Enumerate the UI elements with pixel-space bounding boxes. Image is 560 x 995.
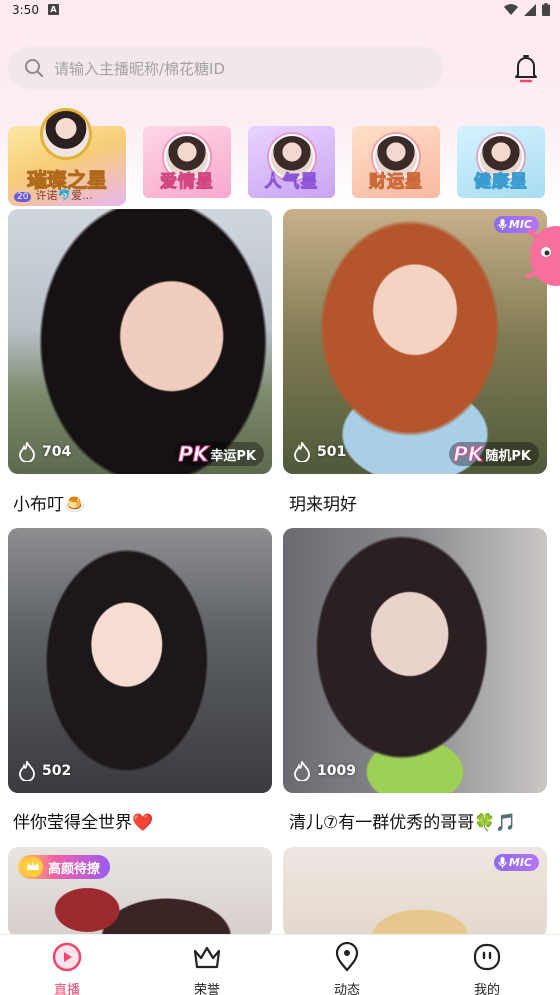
tab-label: 直播 xyxy=(53,983,80,995)
streamer-name[interactable]: 小布叮🍮 xyxy=(13,490,85,515)
microphone-icon xyxy=(498,219,507,230)
flame-icon xyxy=(19,761,35,781)
tab-label: 我的 xyxy=(473,983,500,995)
pk-badge: PK 随机PK xyxy=(449,442,539,467)
popularity-value: 501 xyxy=(317,444,347,460)
popularity-value: 502 xyxy=(42,763,72,779)
search-bar[interactable]: 请输入主播昵称/棉花糖ID xyxy=(8,47,443,89)
crown-badge-icon xyxy=(23,857,43,877)
featured-tag-badge: 高颜待撩 xyxy=(18,855,111,879)
popularity-value: 1009 xyxy=(317,763,356,779)
star-card-label: 人气星 xyxy=(264,172,319,193)
streamer-name[interactable]: 清儿⑦有一群优秀的哥哥🍀🎵 xyxy=(289,808,517,833)
status-time: 3:50 xyxy=(12,3,39,17)
tab-moments[interactable]: 动态 xyxy=(312,941,382,995)
flame-icon xyxy=(294,761,310,781)
star-card-love[interactable]: 爱情星 xyxy=(143,126,231,198)
pk-label: 幸运PK xyxy=(210,448,256,464)
featured-star-user: 许诺🐬爱... xyxy=(35,189,93,202)
popularity-count: 502 xyxy=(18,761,71,781)
stream-thumbnail xyxy=(8,528,272,793)
stream-card[interactable]: MIC xyxy=(283,847,547,937)
stream-card[interactable]: 502 xyxy=(8,528,272,793)
popularity-count: 1009 xyxy=(293,761,356,781)
bell-icon[interactable] xyxy=(512,53,540,83)
flame-icon xyxy=(19,442,35,462)
streamer-name[interactable]: 玥来玥好 xyxy=(289,490,357,515)
signal-icon xyxy=(524,3,536,16)
tab-honor[interactable]: 荣誉 xyxy=(172,941,242,995)
stream-card[interactable]: 1009 xyxy=(283,528,547,793)
pk-label: 随机PK xyxy=(485,448,531,464)
tab-live[interactable]: 直播 xyxy=(32,941,102,995)
stream-thumbnail xyxy=(283,209,547,474)
status-bar: 3:50 A xyxy=(0,0,560,22)
tab-label: 动态 xyxy=(333,983,360,995)
microphone-icon xyxy=(498,857,507,868)
popularity-count: 704 xyxy=(18,442,71,462)
star-card-health[interactable]: 健康星 xyxy=(457,126,545,198)
featured-star-card[interactable]: 璀璨之星 20 许诺🐬爱... xyxy=(8,108,126,206)
mic-label: MIC xyxy=(508,856,532,869)
notification-a-icon: A xyxy=(48,4,59,15)
stream-thumbnail xyxy=(283,528,547,793)
popularity-count: 501 xyxy=(293,442,346,462)
streamer-name[interactable]: 伴你莹得全世界❤️ xyxy=(13,808,153,833)
star-card-fortune[interactable]: 财运星 xyxy=(352,126,440,198)
profile-face-icon xyxy=(473,943,501,971)
pk-badge: PK 幸运PK xyxy=(174,442,264,467)
avatar xyxy=(40,108,92,160)
search-icon xyxy=(25,59,43,77)
star-card-label: 健康星 xyxy=(474,172,528,193)
stream-thumbnail xyxy=(8,209,272,474)
pk-mark: PK xyxy=(178,442,209,467)
mic-badge: MIC xyxy=(493,854,539,871)
star-card-label: 财运星 xyxy=(369,172,423,193)
search-input[interactable]: 请输入主播昵称/棉花糖ID xyxy=(54,58,225,79)
star-card-popularity[interactable]: 人气星 xyxy=(248,126,335,198)
location-pin-icon xyxy=(335,941,359,972)
star-rankings: 璀璨之星 20 许诺🐬爱... 爱情星 人气星 财运星 健康星 xyxy=(0,108,560,206)
flame-icon xyxy=(294,442,310,462)
crown-icon xyxy=(193,946,221,969)
pk-mark: PK xyxy=(453,442,484,467)
stream-card[interactable]: MIC 501 PK 随机PK xyxy=(283,209,547,474)
stream-card[interactable]: 704 PK 幸运PK xyxy=(8,209,272,474)
floating-mascot-icon[interactable] xyxy=(520,218,560,294)
live-icon xyxy=(52,942,82,972)
featured-star-subtitle: 20 许诺🐬爱... xyxy=(14,187,93,203)
stream-card[interactable]: 高颜待撩 xyxy=(8,847,272,937)
tab-mine[interactable]: 我的 xyxy=(452,941,522,995)
tab-label: 荣誉 xyxy=(193,983,220,995)
featured-tag-label: 高颜待撩 xyxy=(48,861,101,877)
popularity-value: 704 xyxy=(42,444,72,460)
status-icons xyxy=(504,3,550,16)
star-card-label: 爱情星 xyxy=(160,172,214,193)
battery-icon xyxy=(542,3,550,16)
bottom-tab-bar: 直播 荣誉 动态 我的 xyxy=(0,934,560,995)
level-badge: 20 xyxy=(14,192,32,202)
wifi-icon xyxy=(504,3,518,15)
